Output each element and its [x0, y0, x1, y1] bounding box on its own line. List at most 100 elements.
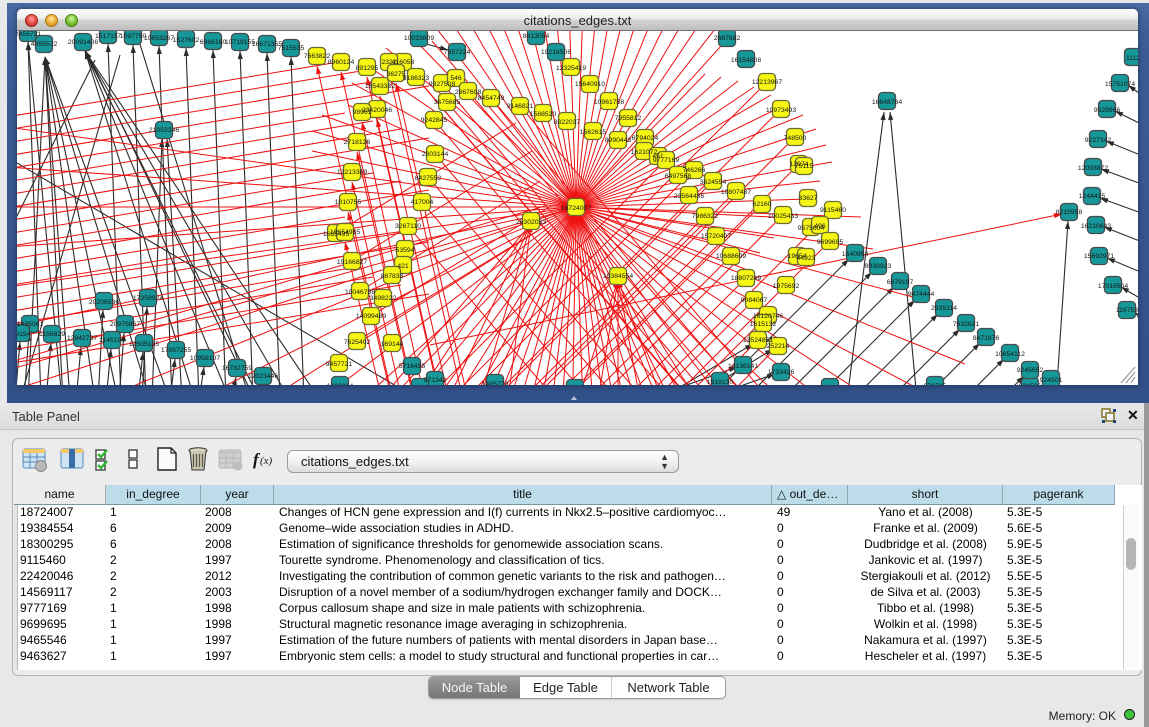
- svg-text:1112: 1112: [1126, 55, 1138, 62]
- svg-text:7625402: 7625402: [344, 339, 371, 346]
- svg-text:16782759: 16782759: [222, 365, 252, 372]
- svg-text:971342: 971342: [424, 377, 447, 384]
- svg-text:16648784: 16648784: [872, 99, 902, 106]
- svg-text:8215958: 8215958: [1056, 209, 1083, 216]
- svg-text:15751074: 15751074: [1105, 81, 1135, 88]
- svg-text:2687682: 2687682: [714, 35, 741, 42]
- svg-text:17016504: 17016504: [1098, 283, 1128, 290]
- svg-text:1156829: 1156829: [39, 331, 65, 338]
- svg-text:252214: 252214: [767, 343, 790, 350]
- svg-text:2455721: 2455721: [17, 31, 41, 38]
- svg-text:9327508: 9327508: [429, 81, 456, 88]
- svg-text:7986322: 7986322: [692, 213, 719, 220]
- svg-text:98961: 98961: [353, 109, 372, 116]
- svg-text:19166827: 19166827: [337, 259, 367, 266]
- svg-text:8960124: 8960124: [328, 59, 355, 66]
- svg-text:62160: 62160: [753, 201, 772, 208]
- svg-text:12213967: 12213967: [752, 79, 782, 86]
- svg-text:1733426: 1733426: [768, 369, 795, 376]
- svg-text:8322037: 8322037: [554, 119, 581, 126]
- svg-text:8990443: 8990443: [605, 137, 632, 144]
- svg-text:20091406: 20091406: [68, 39, 98, 46]
- svg-text:8938923: 8938923: [865, 263, 892, 270]
- svg-text:12023446: 12023446: [248, 373, 278, 380]
- svg-text:8813054: 8813054: [523, 33, 550, 40]
- svg-text:17359924: 17359924: [133, 295, 163, 302]
- svg-text:7955812: 7955812: [615, 115, 642, 122]
- svg-text:21053346: 21053346: [149, 127, 179, 134]
- svg-text:9329966: 9329966: [1094, 107, 1121, 114]
- svg-text:879745: 879745: [924, 383, 947, 385]
- svg-text:25302033: 25302033: [516, 219, 546, 226]
- svg-text:2935114: 2935114: [931, 305, 957, 312]
- svg-text:10653267: 10653267: [144, 35, 174, 42]
- svg-text:748500: 748500: [784, 135, 807, 142]
- svg-text:3624554: 3624554: [700, 179, 727, 186]
- svg-text:9146821: 9146821: [507, 103, 534, 110]
- svg-text:14099489: 14099489: [356, 313, 386, 320]
- svg-text:1517117: 1517117: [95, 33, 121, 40]
- svg-text:10719155: 10719155: [225, 39, 255, 46]
- svg-text:1562615: 1562615: [580, 129, 607, 136]
- svg-text:33627: 33627: [799, 195, 818, 202]
- svg-text:1244415: 1244415: [1079, 193, 1106, 200]
- svg-text:12325419: 12325419: [556, 65, 586, 72]
- svg-text:2322: 2322: [381, 59, 396, 66]
- svg-text:10654112: 10654112: [995, 351, 1025, 358]
- svg-text:546: 546: [450, 75, 462, 82]
- svg-text:169144: 169144: [381, 341, 404, 348]
- svg-text:6497568: 6497568: [665, 173, 692, 180]
- svg-text:924501: 924501: [1040, 377, 1063, 384]
- svg-text:1485779: 1485779: [482, 381, 509, 385]
- svg-text:(x): (x): [260, 455, 273, 467]
- svg-text:924506: 924506: [1019, 383, 1042, 385]
- svg-text:1527602: 1527602: [173, 37, 200, 44]
- svg-text:17957255: 17957255: [161, 347, 191, 354]
- svg-text:5716485: 5716485: [399, 363, 426, 370]
- svg-text:3675685: 3675685: [434, 99, 461, 106]
- svg-text:1640954: 1640954: [842, 251, 869, 258]
- svg-text:417004: 417004: [411, 199, 434, 206]
- svg-text:3498222: 3498222: [370, 295, 397, 302]
- svg-text:1919130: 1919130: [707, 379, 734, 385]
- svg-text:9227342: 9227342: [1085, 137, 1112, 144]
- svg-text:7663822: 7663822: [304, 53, 331, 60]
- svg-text:9777169: 9777169: [653, 157, 680, 164]
- svg-text:8186323: 8186323: [403, 75, 430, 82]
- svg-text:7515535: 7515535: [278, 45, 305, 52]
- svg-text:496: 496: [814, 223, 826, 230]
- svg-text:36275: 36275: [387, 71, 406, 78]
- svg-text:15720407: 15720407: [701, 233, 731, 240]
- svg-text:15640910: 15640910: [575, 81, 605, 88]
- svg-text:15692971: 15692971: [1084, 253, 1114, 260]
- svg-text:12213369: 12213369: [337, 169, 367, 176]
- svg-text:9115460: 9115460: [820, 207, 846, 214]
- svg-text:2803144: 2803144: [422, 151, 449, 158]
- svg-text:421: 421: [397, 263, 409, 270]
- svg-text:44923: 44923: [797, 255, 816, 262]
- svg-text:19218506: 19218506: [541, 49, 571, 56]
- svg-text:20975867: 20975867: [110, 321, 140, 328]
- svg-text:20206536: 20206536: [89, 299, 119, 306]
- svg-text:3267110: 3267110: [395, 223, 421, 230]
- svg-text:16154808: 16154808: [731, 57, 761, 64]
- svg-text:9245652: 9245652: [1017, 367, 1044, 374]
- svg-text:10033809: 10033809: [404, 35, 434, 42]
- svg-text:39154: 39154: [17, 331, 31, 338]
- svg-text:16543382: 16543382: [365, 83, 395, 90]
- svg-text:891295: 891295: [356, 65, 379, 72]
- svg-text:10958107: 10958107: [190, 355, 220, 362]
- svg-text:8454749: 8454749: [478, 95, 505, 102]
- svg-text:9457721: 9457721: [326, 361, 353, 368]
- svg-text:12942737: 12942737: [67, 335, 97, 342]
- svg-text:7357224: 7357224: [444, 49, 471, 56]
- svg-text:16120746: 16120746: [753, 313, 783, 320]
- svg-text:1615132: 1615132: [750, 321, 777, 328]
- svg-text:1145190: 1145190: [99, 337, 125, 344]
- svg-text:8471876: 8471876: [973, 335, 1000, 342]
- svg-text:116753: 116753: [1116, 307, 1138, 314]
- svg-text:2718126: 2718126: [344, 139, 371, 146]
- svg-text:6966160: 6966160: [200, 39, 227, 46]
- svg-text:9084067: 9084067: [741, 297, 768, 304]
- svg-text:9242845: 9242845: [421, 117, 448, 124]
